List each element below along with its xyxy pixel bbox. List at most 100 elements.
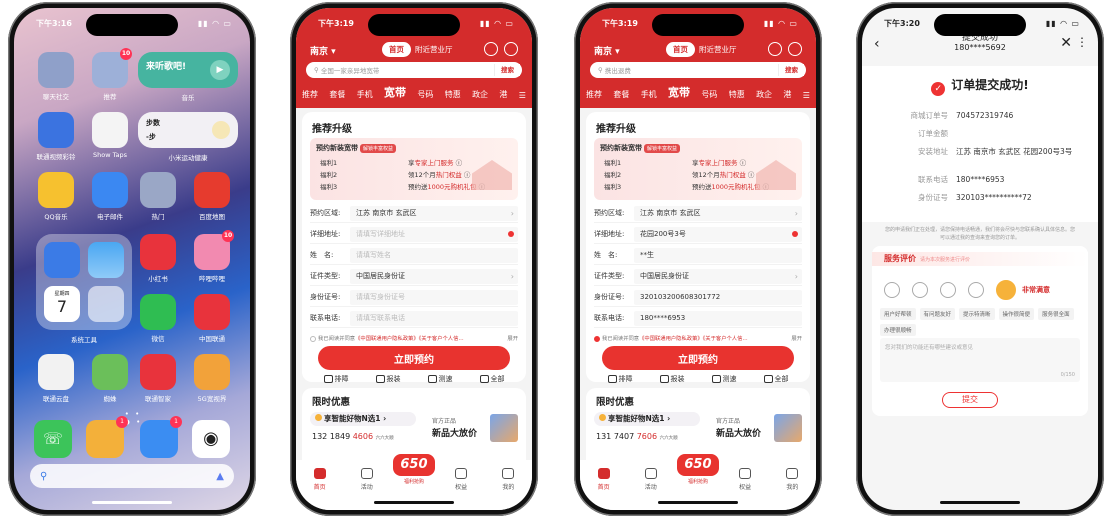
field-idno-input[interactable]: 320103200608301772 [634, 289, 802, 305]
new-product-label[interactable]: 新品大放价 [716, 426, 761, 439]
category-tab-6[interactable]: 政企 [472, 89, 488, 100]
field-idtype[interactable]: 证件类型: 中国居民身份证 › [310, 267, 518, 286]
notes-app-icon[interactable]: 1 [86, 416, 128, 458]
feedback-chip[interactable]: 操作很简便 [998, 308, 1035, 320]
app-2[interactable]: 联通视频彩铃 [36, 112, 76, 161]
category-tab-4[interactable]: 号码 [701, 89, 717, 100]
category-tab-3[interactable]: 宽带 [384, 84, 406, 100]
field-address[interactable]: 详细地址: 花园200号3号 [594, 225, 802, 244]
submit-feedback-button[interactable]: 提交 [942, 392, 998, 408]
feedback-chip[interactable]: 用户好帮顿 [880, 308, 916, 320]
tab-4[interactable]: 我的 [491, 468, 525, 510]
tab-home[interactable]: 首页 [382, 42, 411, 57]
service-icon[interactable] [484, 42, 498, 56]
field-region[interactable]: 预约区域: 江苏 南京市 玄武区 › [310, 204, 518, 223]
quick-action-2[interactable]: 测速 [427, 374, 453, 384]
agree-link[interactable]: 《中国联通用户隐私政策》《关于客户个人信… [355, 336, 464, 342]
system-tools-folder[interactable]: 星期四 7 [36, 234, 132, 330]
assistant-icon[interactable]: ▲ [216, 471, 224, 482]
privacy-agreement[interactable]: 我已阅读并同意《中国联通用户隐私政策》《关于客户个人信… 展开 [594, 334, 802, 342]
category-tab-4[interactable]: 号码 [417, 89, 433, 100]
app-7[interactable]: 百度地图 [192, 172, 232, 221]
search-button[interactable]: 搜索 [778, 64, 804, 76]
expand-link[interactable]: 展开 [504, 334, 518, 342]
rating-face-3-icon[interactable] [940, 282, 956, 298]
product-image[interactable] [490, 414, 518, 442]
category-tab-7[interactable]: 港 [499, 89, 507, 100]
category-tab-5[interactable]: 特惠 [445, 89, 461, 100]
camera-app-icon[interactable]: ◉ [192, 420, 230, 458]
category-tab-2[interactable]: 手机 [641, 89, 657, 100]
lucky-number[interactable]: 132 1849 4606 六六大顺 [312, 432, 394, 441]
agree-checkbox[interactable] [594, 335, 600, 342]
quick-action-1[interactable]: 报装 [659, 374, 685, 384]
scan-icon[interactable] [504, 42, 518, 56]
app-0[interactable]: 聊天社交 [36, 52, 76, 101]
category-tab-7[interactable]: 港 [783, 89, 791, 100]
field-region[interactable]: 预约区域: 江苏 南京市 玄武区 › [594, 204, 802, 223]
offer-pill[interactable]: 享智能好物N选1 › [594, 412, 700, 426]
app-15[interactable]: 5G宽视界 [192, 354, 232, 403]
rating-face-5-icon[interactable] [996, 280, 1016, 300]
offer-pill[interactable]: 享智能好物N选1 › [310, 412, 416, 426]
app-11[interactable]: 中国联通 [192, 294, 232, 343]
menu-icon[interactable]: ☰ [803, 91, 810, 100]
field-address[interactable]: 详细地址: 请填写详细地址 [310, 225, 518, 244]
app-4[interactable]: QQ音乐 [36, 172, 76, 221]
field-idno-input[interactable]: 请填写身份证号 [350, 289, 518, 305]
app-1[interactable]: 10 推荐 [90, 48, 132, 101]
field-phone[interactable]: 联系电话: 180****6953 [594, 309, 802, 328]
tab-nearby-hall[interactable]: 附近营业厅 [699, 44, 737, 55]
app-9[interactable]: 10 哔哩哔哩 [192, 230, 234, 283]
book-now-button[interactable]: 立即预约 [602, 346, 794, 370]
app-3[interactable]: Show Taps [90, 112, 130, 159]
category-tab-3[interactable]: 宽带 [668, 84, 690, 100]
category-tab-6[interactable]: 政企 [756, 89, 772, 100]
category-tab-0[interactable]: 推荐 [586, 89, 602, 100]
privacy-agreement[interactable]: 我已阅读并同意《中国联通用户隐私政策》《关于客户个人信… 展开 [310, 334, 518, 342]
tab-0[interactable]: 首页 [587, 468, 621, 510]
app-5[interactable]: 电子邮件 [90, 172, 130, 221]
feedback-chip[interactable]: 有问题友好 [919, 308, 956, 320]
field-idtype[interactable]: 证件类型: 中国居民身份证 › [594, 267, 802, 286]
menu-icon[interactable]: ☰ [519, 91, 526, 100]
field-idno[interactable]: 身份证号: 320103200608301772 [594, 288, 802, 307]
field-phone[interactable]: 联系电话: 请填写联系电话 [310, 309, 518, 328]
search-input[interactable]: ⚲ 携出退费 搜索 [590, 62, 806, 78]
field-address-input[interactable]: 花园200号3号 [634, 226, 802, 242]
quick-action-0[interactable]: 排障 [323, 374, 349, 384]
category-tab-5[interactable]: 特惠 [729, 89, 745, 100]
field-phone-input[interactable]: 180****6953 [634, 310, 802, 326]
field-idno[interactable]: 身份证号: 请填写身份证号 [310, 288, 518, 307]
app-14[interactable]: 联通智家 [138, 354, 178, 403]
app-12[interactable]: 联通云盘 [36, 354, 76, 403]
messages-app-icon[interactable]: 1 [140, 416, 182, 458]
search-button[interactable]: 搜索 [494, 64, 520, 76]
field-name[interactable]: 姓 名: 请填写姓名 [310, 246, 518, 265]
city-selector[interactable]: 南京 ▾ [310, 44, 336, 57]
rating-face-2-icon[interactable] [912, 282, 928, 298]
agree-link[interactable]: 《中国联通用户隐私政策》《关于客户个人信… [639, 336, 748, 342]
field-name-input[interactable]: 请填写姓名 [350, 247, 518, 263]
app-6[interactable]: 热门 [138, 172, 178, 221]
quick-action-0[interactable]: 排障 [607, 374, 633, 384]
tab-nearby-hall[interactable]: 附近营业厅 [415, 44, 453, 55]
rating-face-4-icon[interactable] [968, 282, 984, 298]
city-selector[interactable]: 南京 ▾ [594, 44, 620, 57]
app-8[interactable]: 小红书 [138, 234, 178, 283]
scan-icon[interactable] [788, 42, 802, 56]
rating-face-1-icon[interactable] [884, 282, 900, 298]
quick-action-3[interactable]: 全部 [479, 374, 505, 384]
app-13[interactable]: 蜘蛛 [90, 354, 130, 403]
phone-app-icon[interactable]: ☏ [34, 420, 72, 458]
agree-checkbox[interactable] [310, 335, 316, 342]
tab-4[interactable]: 我的 [775, 468, 809, 510]
field-idtype-input[interactable]: 中国居民身份证 [350, 268, 518, 284]
play-icon[interactable]: ▶ [210, 60, 230, 80]
app-10[interactable]: 微信 [138, 294, 178, 343]
product-image[interactable] [774, 414, 802, 442]
back-icon[interactable]: ‹ [874, 36, 880, 52]
location-pin-icon[interactable] [508, 231, 514, 237]
feedback-chip[interactable]: 服务很全面 [1038, 308, 1074, 320]
book-now-button[interactable]: 立即预约 [318, 346, 510, 370]
